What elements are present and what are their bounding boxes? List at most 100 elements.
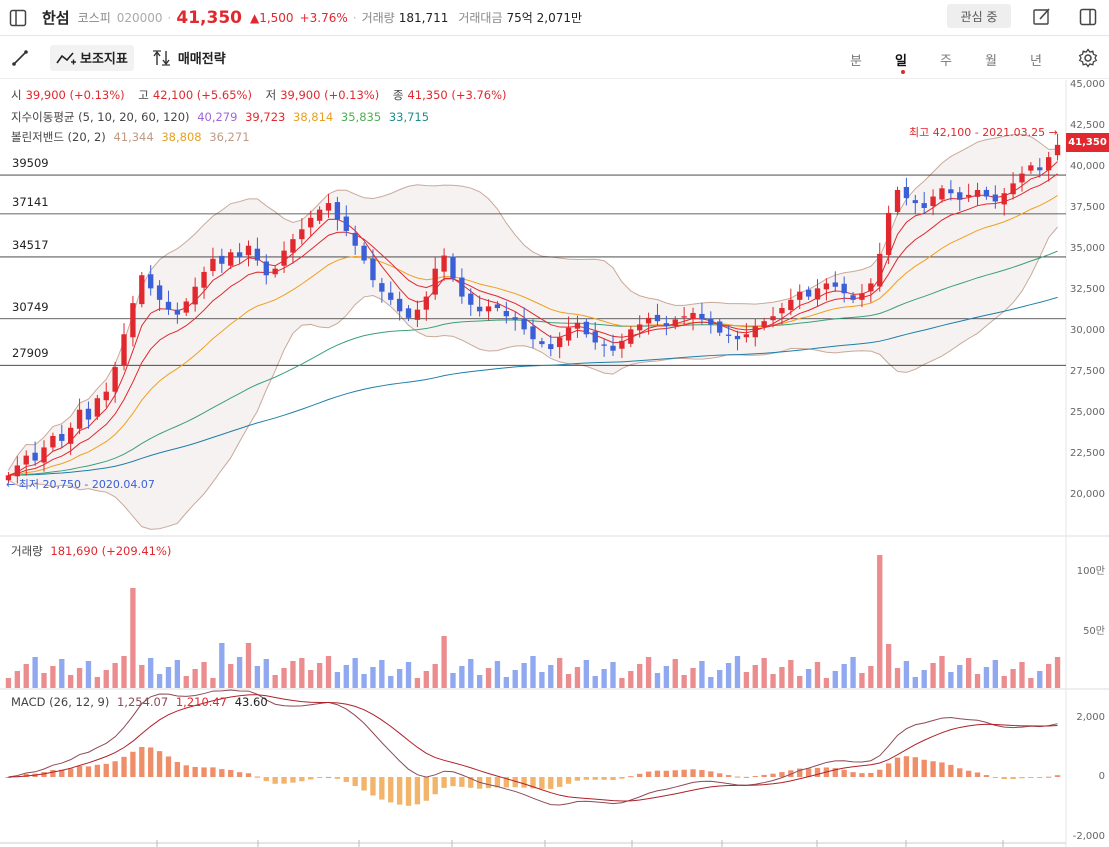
volume-bar	[68, 675, 74, 688]
macd-histogram-bar	[628, 776, 634, 778]
price-tick: 40,000	[1070, 161, 1105, 172]
volume-bar	[708, 677, 714, 688]
macd-histogram-bar	[139, 746, 145, 777]
candle-body	[672, 319, 678, 327]
macd-histogram-bar	[548, 777, 554, 789]
candle-body	[637, 324, 643, 331]
macd-histogram-bar	[539, 777, 545, 789]
low-label: 저	[265, 88, 277, 102]
volume-bar	[921, 670, 927, 688]
volume-bar	[1028, 678, 1034, 688]
volume-bar	[574, 667, 581, 688]
macd-histogram-bar	[654, 770, 661, 777]
macd-histogram-bar	[459, 777, 465, 787]
low-annotation: ← 최저 20,750 - 2020.04.07	[6, 478, 155, 491]
macd-histogram-bar	[912, 757, 918, 777]
volume-bar	[894, 668, 901, 688]
candle-body	[476, 306, 483, 312]
volume-bar	[512, 670, 518, 688]
candle-body	[779, 308, 785, 314]
candle-body	[50, 435, 56, 448]
macd-histogram-bar	[681, 769, 687, 777]
candle-body	[379, 283, 385, 292]
macd-histogram-bar	[450, 777, 456, 787]
candle-body	[94, 398, 101, 417]
price-tick: 20,000	[1070, 489, 1105, 500]
volume-bar	[130, 588, 136, 688]
volume-bar	[539, 672, 545, 688]
macd-histogram-bar	[281, 777, 287, 784]
macd-histogram-bar	[254, 776, 261, 778]
hline-label[interactable]: 39509	[12, 156, 49, 170]
hline-label[interactable]: 34517	[12, 238, 49, 252]
volume-legend: 거래량 181,690 (+209.41%)	[11, 543, 175, 559]
volume-bar	[752, 665, 758, 688]
macd-histogram-bar	[645, 771, 652, 777]
candle-body	[983, 189, 990, 197]
macd-histogram-bar	[441, 777, 447, 788]
candle-body	[308, 217, 314, 228]
candle-body	[388, 292, 394, 300]
price-tick: 42,500	[1070, 120, 1105, 131]
candle-body	[423, 296, 429, 310]
volume-bar	[370, 667, 376, 688]
close-value: 41,350 (+3.76%)	[407, 88, 507, 102]
candle-body	[76, 409, 83, 429]
volume-bar	[583, 660, 590, 688]
candle-body	[290, 239, 296, 253]
macd-histogram-bar	[903, 756, 910, 777]
candle-body	[254, 248, 261, 261]
candle-body	[539, 341, 545, 345]
candle-body	[361, 245, 367, 261]
macd-histogram-bar	[352, 777, 358, 787]
volume-bar	[485, 668, 492, 688]
volume-bar	[316, 663, 323, 688]
hline-label[interactable]: 30749	[12, 300, 49, 314]
volume-bar	[236, 657, 243, 688]
candle-body	[112, 367, 118, 392]
volume-bar	[432, 664, 438, 688]
volume-bar	[1037, 671, 1043, 688]
candle-body	[325, 203, 332, 211]
candle-body	[468, 293, 474, 305]
volume-bar	[414, 678, 421, 688]
volume-bar	[281, 668, 287, 688]
macd-histogram-bar	[663, 770, 670, 777]
macd-histogram-bar	[957, 768, 963, 777]
volume-bar	[797, 676, 803, 688]
macd-histogram-bar	[717, 773, 723, 777]
volume-bar	[565, 674, 572, 688]
candle-body	[548, 344, 554, 350]
macd-histogram-bar	[521, 777, 527, 788]
candle-body	[1045, 157, 1052, 171]
volume-bar	[41, 673, 47, 688]
volume-bar	[308, 670, 314, 688]
macd-histogram-bar	[174, 762, 181, 777]
candle-body	[281, 250, 287, 266]
macd-histogram-bar	[228, 769, 234, 777]
hline-label[interactable]: 27909	[12, 346, 49, 360]
macd-histogram-bar	[272, 777, 278, 784]
volume-bar	[174, 660, 181, 688]
macd-histogram-bar	[1019, 777, 1025, 779]
macd-histogram-bar	[761, 774, 767, 777]
macd-histogram-bar	[334, 777, 341, 779]
macd-histogram-bar	[1045, 776, 1052, 778]
candle-body	[370, 258, 376, 281]
volume-bar	[814, 662, 821, 688]
volume-bar	[1019, 662, 1025, 688]
macd-histogram-bar	[859, 773, 865, 777]
volume-bar	[690, 668, 696, 688]
volume-bar	[210, 678, 216, 688]
hline-label[interactable]: 37141	[12, 195, 49, 209]
volume-bar	[663, 666, 670, 688]
macd-histogram-bar	[814, 767, 821, 777]
candle-body	[690, 312, 696, 320]
volume-bar	[148, 658, 154, 688]
candle-body	[41, 447, 47, 463]
candle-body	[343, 216, 349, 231]
macd-histogram-bar	[219, 769, 225, 777]
candle-body	[503, 310, 509, 317]
volume-bar	[725, 663, 732, 688]
candle-body	[485, 306, 492, 312]
